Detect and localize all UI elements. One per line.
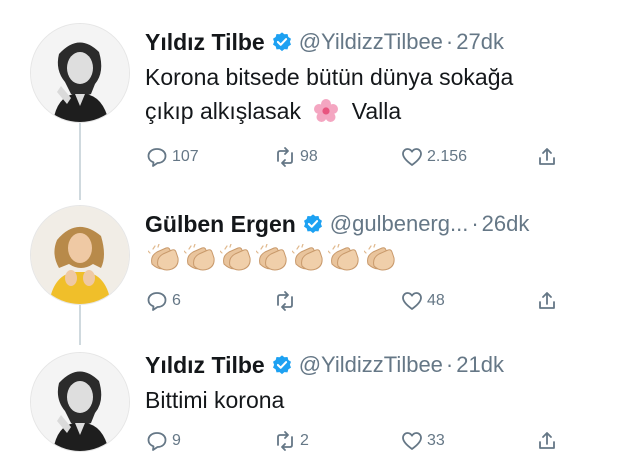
avatar-portrait-image	[31, 206, 129, 304]
like-count: 2.156	[427, 148, 468, 165]
avatar-yildiz-tilbe[interactable]	[30, 23, 130, 123]
share-button[interactable]	[535, 145, 559, 169]
author-handle[interactable]: @YildizzTilbee	[299, 27, 443, 57]
pink-flower-emoji	[314, 99, 339, 122]
clapping-hands-emoji	[364, 244, 395, 271]
tweet-actions: 6 48	[145, 289, 565, 317]
avatar-yildiz-tilbe[interactable]	[30, 352, 130, 452]
clapping-hands-emoji	[292, 244, 323, 271]
reply-button[interactable]: 9	[145, 429, 181, 453]
like-button[interactable]: 2.156	[400, 145, 467, 169]
retweet-button[interactable]: 2	[273, 429, 309, 453]
tweet-text-line-1: Bittimi korona	[145, 387, 285, 413]
verified-badge-icon	[272, 32, 291, 52]
reply-count: 6	[172, 292, 181, 309]
author-handle[interactable]: @gulbenerg...	[330, 209, 469, 239]
clapping-hands-emoji	[256, 244, 287, 271]
tweet-actions: 9 2 33	[145, 429, 565, 457]
verified-badge-icon	[272, 355, 291, 375]
like-button[interactable]: 33	[400, 429, 445, 453]
avatar-gulben-ergen[interactable]	[30, 205, 130, 305]
like-icon	[402, 292, 422, 310]
share-icon	[539, 148, 555, 165]
retweet-count: 98	[300, 148, 318, 165]
reply-count: 9	[172, 432, 181, 449]
author-name[interactable]: Yıldız Tilbe	[145, 350, 265, 380]
tweet-timestamp[interactable]: 21dk	[456, 350, 504, 380]
reply-button[interactable]: 6	[145, 289, 181, 313]
tweet-text: Bittimi korona	[145, 383, 284, 417]
tweet-text-clap-emojis	[148, 244, 396, 272]
avatar-portrait-image	[31, 24, 129, 122]
like-count: 33	[427, 432, 445, 449]
tweet-text-part-a: çıkıp alkışlasak	[145, 98, 301, 124]
separator-dot: ·	[445, 352, 454, 377]
tweet-timestamp[interactable]: 26dk	[482, 209, 530, 239]
retweet-button[interactable]: 98	[273, 145, 318, 169]
like-icon	[402, 148, 422, 166]
clapping-hands-emoji	[328, 244, 359, 271]
author-name[interactable]: Gülben Ergen	[145, 209, 296, 239]
tweet-text-part-b: Valla	[351, 98, 402, 124]
retweet-count: 2	[300, 432, 309, 449]
author-handle[interactable]: @YildizzTilbee	[299, 350, 443, 380]
tweet-text-line-1: Korona bitsede bütün dünya sokağa	[145, 64, 514, 90]
retweet-icon	[277, 431, 293, 451]
tweet-3[interactable]: Yıldız Tilbe @YildizzTilbee · 21dk Bitti…	[0, 325, 640, 475]
reply-icon	[147, 292, 167, 311]
clapping-hands-emoji	[148, 244, 179, 271]
like-icon	[402, 432, 422, 450]
reply-button[interactable]: 107	[145, 145, 199, 169]
tweet-2[interactable]: Gülben Ergen @gulbenerg... · 26dk 6 48	[0, 185, 640, 325]
retweet-icon	[277, 291, 293, 311]
like-button[interactable]: 48	[400, 289, 445, 313]
verified-badge-icon	[303, 214, 322, 234]
share-button[interactable]	[535, 429, 559, 453]
author-name[interactable]: Yıldız Tilbe	[145, 27, 265, 57]
clapping-hands-emoji	[220, 244, 251, 271]
like-count: 48	[427, 292, 445, 309]
reply-icon	[147, 432, 167, 451]
tweet-text: Korona bitsede bütün dünya sokağa çıkıp …	[145, 60, 513, 128]
clapping-hands-emoji	[184, 244, 215, 271]
tweet-text-line-2: çıkıp alkışlasak Valla	[145, 94, 513, 128]
share-button[interactable]	[535, 289, 559, 313]
share-icon	[539, 292, 555, 309]
tweet-timestamp[interactable]: 27dk	[456, 27, 504, 57]
share-icon	[539, 432, 555, 449]
separator-dot: ·	[445, 29, 454, 54]
avatar-portrait-image	[31, 353, 129, 451]
retweet-icon	[277, 147, 293, 167]
retweet-button[interactable]	[273, 289, 300, 313]
reply-count: 107	[172, 148, 199, 165]
separator-dot: ·	[471, 211, 479, 236]
tweet-actions: 107 98 2.156	[145, 145, 565, 173]
tweet-1[interactable]: Yıldız Tilbe @YildizzTilbee · 27dk Koron…	[0, 0, 640, 185]
reply-icon	[147, 148, 167, 167]
